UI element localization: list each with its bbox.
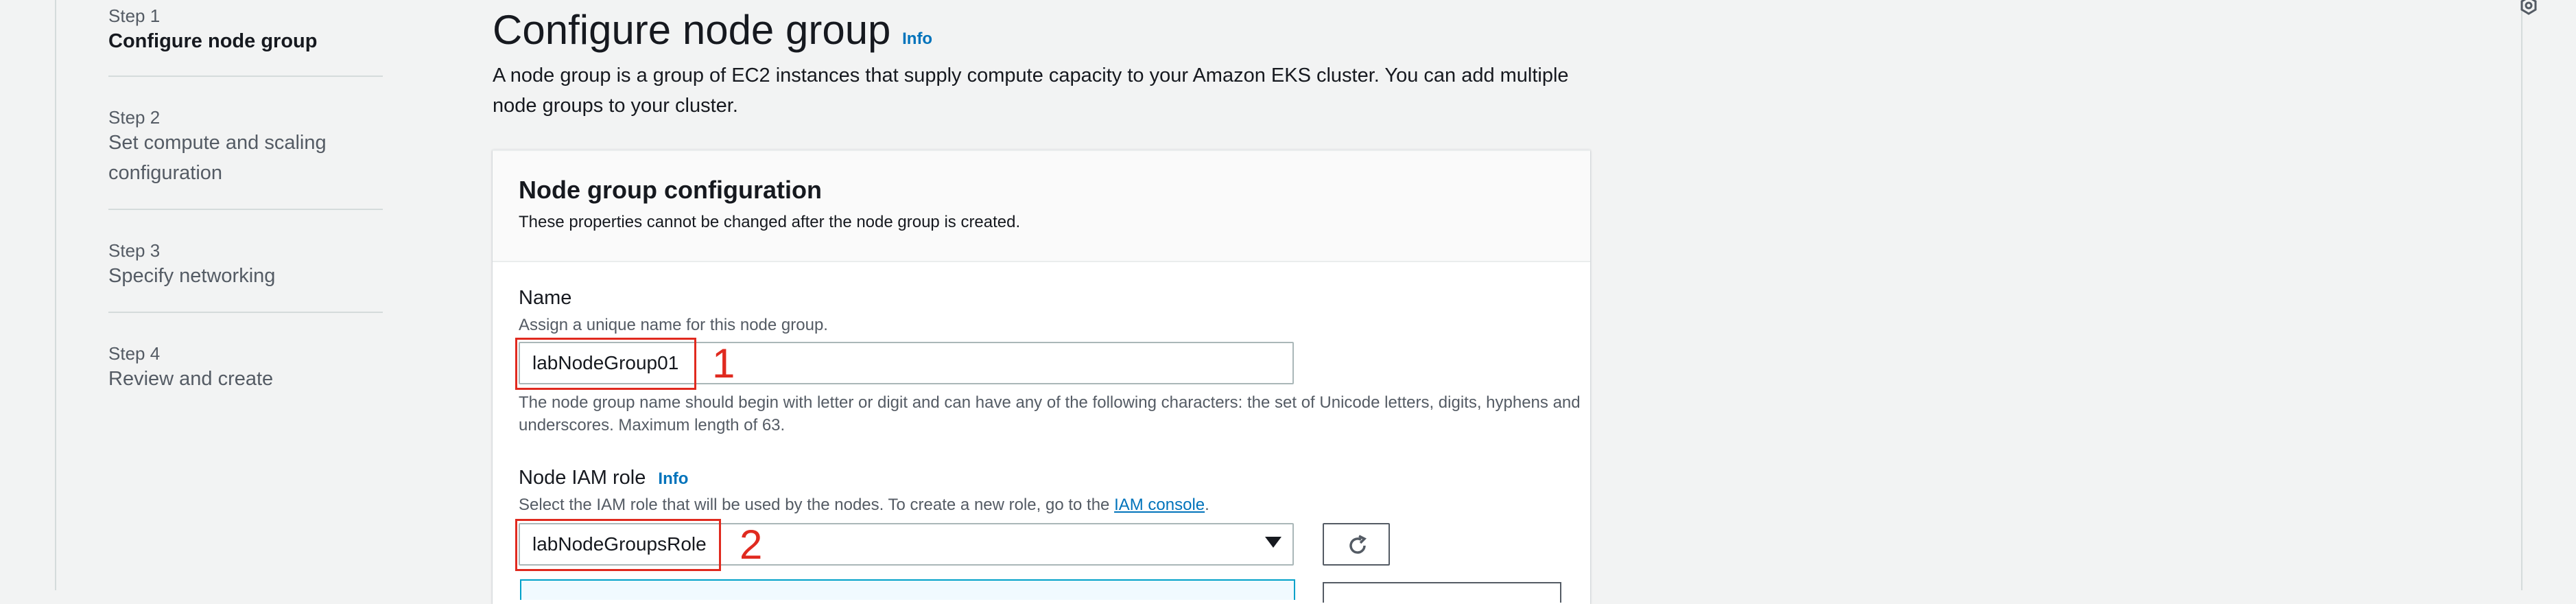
annotation-number-1: 1	[712, 340, 735, 386]
name-description: Assign a unique name for this node group…	[519, 316, 828, 334]
panel-description: These properties cannot be changed after…	[519, 213, 1021, 231]
step-title: Set compute and scaling configuration	[108, 132, 327, 184]
next-field-input[interactable]	[520, 579, 1295, 600]
step-title: Configure node group	[108, 30, 318, 52]
step-number: Step 3	[108, 240, 161, 261]
step-number: Step 1	[108, 5, 161, 26]
refresh-button[interactable]	[1323, 523, 1390, 566]
caret-down-icon	[1265, 537, 1281, 548]
step-number: Step 4	[108, 343, 161, 364]
page-description: A node group is a group of EC2 instances…	[493, 65, 1569, 117]
annotation-box-2	[515, 519, 721, 571]
step-number: Step 2	[108, 107, 161, 128]
step-1[interactable]: Step 1 Configure node group	[108, 0, 383, 77]
panel-header: Node group configuration These propertie…	[493, 151, 1590, 262]
right-frame	[2521, 0, 2576, 590]
refresh-icon	[1349, 535, 1367, 554]
step-4[interactable]: Step 4 Review and create	[108, 313, 383, 394]
step-3[interactable]: Step 3 Specify networking	[108, 210, 383, 313]
role-description-end: .	[1205, 496, 1209, 514]
name-label: Name	[519, 287, 572, 309]
wizard-steps: Step 1 Configure node group Step 2 Set c…	[108, 0, 383, 394]
page-title: Configure node group Info	[493, 5, 932, 64]
page-title-text: Configure node group	[493, 7, 891, 53]
step-title: Specify networking	[108, 265, 276, 287]
annotation-number-2: 2	[740, 522, 763, 568]
step-title: Review and create	[108, 368, 274, 390]
role-label: Node IAM role Info	[519, 467, 688, 489]
role-info-link[interactable]: Info	[658, 469, 688, 488]
settings-icon[interactable]	[2519, 0, 2538, 15]
annotation-box-1	[515, 338, 696, 390]
role-label-text: Node IAM role	[519, 467, 646, 489]
next-field-button[interactable]	[1323, 582, 1561, 603]
left-frame	[0, 0, 56, 590]
info-link[interactable]: Info	[902, 30, 932, 48]
role-description-text: Select the IAM role that will be used by…	[519, 496, 1115, 514]
name-constraint: The node group name should begin with le…	[519, 393, 1581, 434]
step-2[interactable]: Step 2 Set compute and scaling configura…	[108, 77, 383, 210]
iam-console-link[interactable]: IAM console	[1114, 496, 1205, 514]
role-description: Select the IAM role that will be used by…	[519, 496, 1209, 515]
panel-title: Node group configuration	[519, 176, 822, 204]
